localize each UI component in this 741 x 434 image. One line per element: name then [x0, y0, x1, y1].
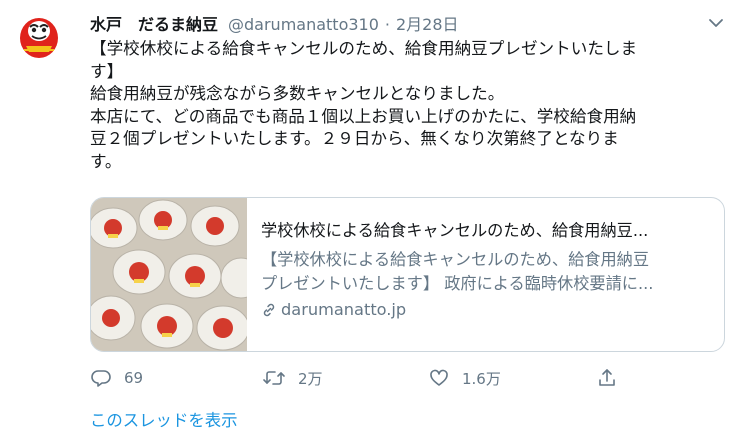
chevron-down-icon[interactable]	[706, 13, 726, 33]
tweet-text-line: 給食用納豆が残念ながら多数キャンセルとなりました。	[90, 84, 505, 103]
link-card[interactable]: 学校休校による給食キャンセルのため、給食用納豆... 【学校休校による給食キャン…	[90, 197, 725, 352]
tweet-text: 【学校休校による給食キャンセルのため、給食用納豆プレゼントいたしま す】 給食用…	[90, 38, 730, 173]
show-thread-link[interactable]: このスレッドを表示	[90, 407, 238, 431]
header-separator: ·	[384, 15, 390, 34]
display-name[interactable]: 水戸 だるま納豆	[90, 11, 218, 35]
card-thumbnail	[91, 198, 247, 351]
heart-icon	[430, 369, 448, 386]
tweet-text-line: 豆２個プレゼントいたします。２９日から、無くなり次第終了となりま	[90, 129, 619, 148]
reply-icon	[91, 370, 111, 387]
retweet-count: 2万	[298, 369, 323, 388]
card-description: 【学校休校による給食キャンセルのため、給食用納豆 プレゼントいたします】 政府に…	[261, 248, 716, 296]
card-description-line: プレゼントいたします】 政府による臨時休校要請に...	[261, 274, 654, 293]
reply-button[interactable]: 69	[90, 366, 143, 390]
retweet-icon	[263, 371, 285, 385]
user-handle[interactable]: @darumanatto310	[228, 15, 379, 34]
tweet-text-line: 【学校休校による給食キャンセルのため、給食用納豆プレゼントいたしま	[90, 39, 638, 58]
like-count: 1.6万	[462, 369, 501, 388]
like-button[interactable]: 1.6万	[428, 366, 501, 390]
tweet-text-line: す】	[90, 61, 124, 81]
tweet-text-line: す。	[90, 151, 122, 171]
tweet-date[interactable]: 2月28日	[396, 11, 459, 35]
tweet-text-line: 本店にて、どの商品でも商品１個以上お買い上げのかたに、学校給食用納	[90, 106, 637, 126]
card-description-line: 【学校休校による給食キャンセルのため、給食用納豆	[261, 250, 650, 269]
action-bar: 69 2万 1.6万	[90, 366, 630, 390]
card-title: 学校休校による給食キャンセルのため、給食用納豆...	[261, 221, 649, 240]
card-domain: darumanatto.jp	[261, 300, 716, 319]
share-icon	[599, 369, 615, 386]
tweet-header: 水戸 だるま納豆 @darumanatto310 · 2月28日	[90, 11, 459, 35]
share-button[interactable]	[596, 366, 630, 390]
card-domain-text: darumanatto.jp	[281, 300, 407, 319]
card-text: 学校休校による給食キャンセルのため、給食用納豆... 【学校休校による給食キャン…	[261, 220, 716, 319]
link-icon	[263, 303, 275, 316]
reply-count: 69	[124, 369, 144, 387]
avatar[interactable]	[14, 10, 64, 60]
retweet-button[interactable]: 2万	[262, 366, 323, 390]
